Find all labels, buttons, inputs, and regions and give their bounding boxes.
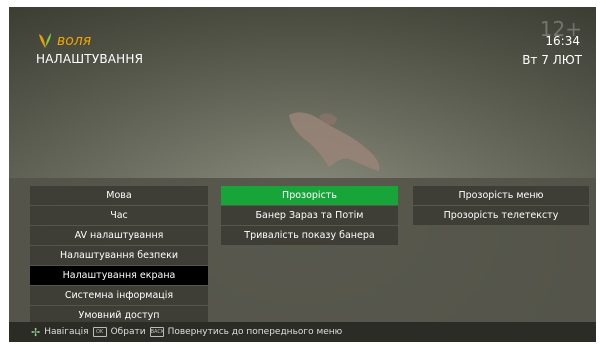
menu-item-language[interactable]: Мова bbox=[30, 186, 208, 205]
navigation-arrows-icon: ✢ bbox=[31, 325, 41, 339]
brand-logo: воля bbox=[37, 32, 91, 50]
menu-item-screen-settings[interactable]: Налаштування екрана bbox=[30, 266, 208, 285]
clock-date: Вт 7 ЛЮТ bbox=[522, 53, 582, 67]
menu-item-system-info[interactable]: Системна інформація bbox=[30, 286, 208, 305]
help-back-label: Повернутись до попереднього меню bbox=[167, 327, 343, 337]
help-select-label: Обрати bbox=[110, 327, 146, 337]
clock-time: 16:34 bbox=[545, 34, 580, 48]
detail-item-menu-transparency[interactable]: Прозорість меню bbox=[413, 186, 589, 205]
help-navigate-label: Навігація bbox=[44, 327, 89, 337]
menu-item-time[interactable]: Час bbox=[30, 206, 208, 225]
ok-key-icon: OK bbox=[92, 327, 107, 337]
detail-item-teletext-transparency[interactable]: Прозорість телетексту bbox=[413, 206, 589, 225]
main-menu: Мова Час AV налаштування Налаштування бе… bbox=[30, 186, 208, 326]
sub-menu: Прозорість Банер Зараз та Потім Триваліс… bbox=[221, 186, 398, 246]
submenu-item-transparency[interactable]: Прозорість bbox=[221, 186, 398, 205]
brand-name: воля bbox=[57, 33, 92, 49]
tv-screen: воля НАЛАШТУВАННЯ 12+ 16:34 Вт 7 ЛЮТ Мов… bbox=[9, 7, 596, 342]
submenu-item-banner-duration[interactable]: Тривалість показу банера bbox=[221, 226, 398, 245]
back-key-icon: BACK bbox=[149, 327, 165, 337]
submenu-item-now-next-banner[interactable]: Банер Зараз та Потім bbox=[221, 206, 398, 225]
menu-item-security[interactable]: Налаштування безпеки bbox=[30, 246, 208, 265]
help-bar: ✢ Навігація OK Обрати BACK Повернутись д… bbox=[9, 322, 596, 342]
detail-menu: Прозорість меню Прозорість телетексту bbox=[413, 186, 589, 226]
leaf-logo-icon bbox=[39, 33, 51, 48]
background-video-figure bbox=[289, 112, 380, 171]
menu-item-av-settings[interactable]: AV налаштування bbox=[30, 226, 208, 245]
page-title: НАЛАШТУВАННЯ bbox=[36, 52, 144, 66]
